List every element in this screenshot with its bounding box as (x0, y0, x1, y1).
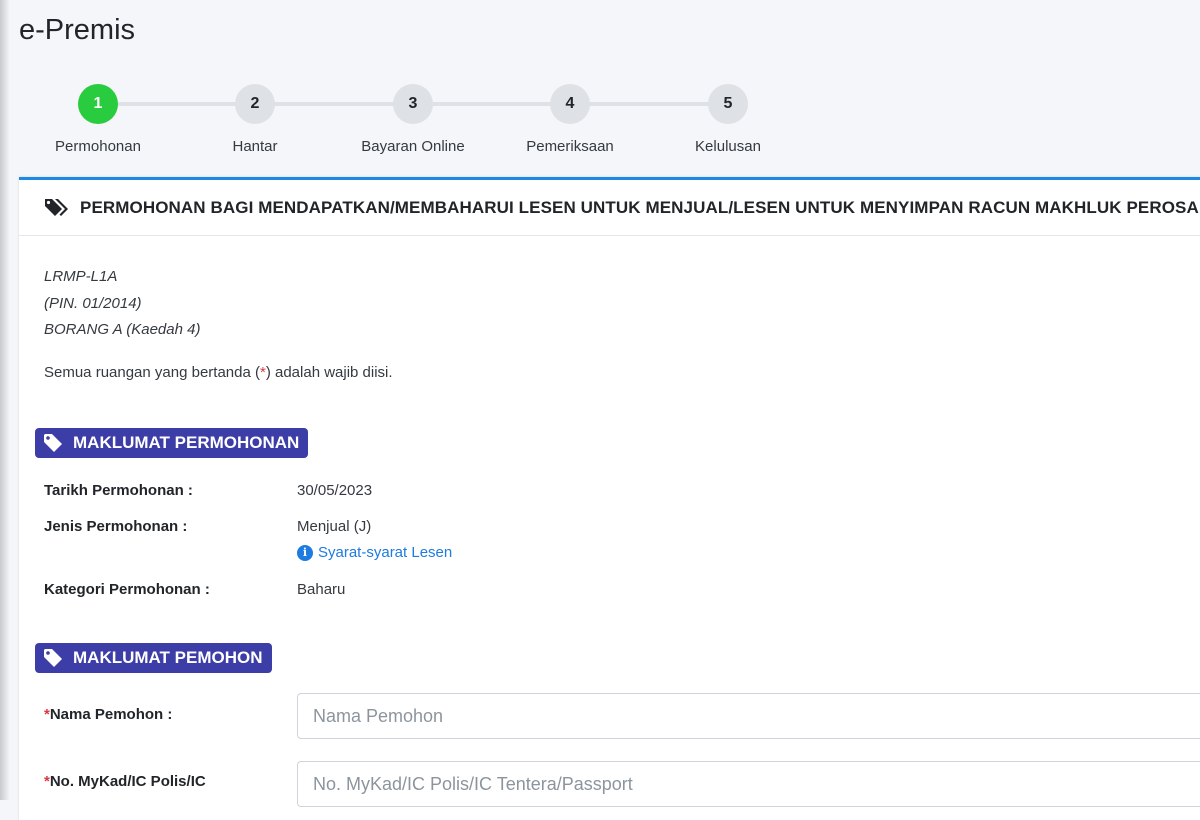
required-note: Semua ruangan yang bertanda (*) adalah w… (44, 364, 393, 381)
step-permohonan[interactable]: 1 Permohonan (38, 84, 158, 155)
category-label: Kategori Permohonan : (44, 581, 210, 598)
form-reference: LRMP-L1A (PIN. 01/2014) BORANG A (Kaedah… (44, 264, 200, 344)
section-title: MAKLUMAT PERMOHONAN (73, 433, 300, 452)
section-badge-permohonan: MAKLUMAT PERMOHONAN (35, 428, 309, 458)
date-label: Tarikh Permohonan : (44, 482, 193, 499)
step-label: Permohonan (55, 138, 141, 155)
category-value: Baharu (297, 581, 346, 598)
required-note-text: Semua ruangan yang bertanda ( (44, 364, 260, 381)
step-bayaran-online[interactable]: 3 Bayaran Online (353, 84, 473, 155)
id-label-text: No. MyKad/IC Polis/IC (49, 773, 206, 790)
required-note-text-end: ) adalah wajib diisi. (265, 364, 393, 381)
step-number: 4 (550, 84, 590, 124)
tag-icon (44, 434, 62, 452)
form-borang: BORANG A (Kaedah 4) (44, 321, 201, 338)
step-number: 3 (393, 84, 433, 124)
step-label: Pemeriksaan (526, 138, 614, 155)
type-value: Menjual (J) (297, 518, 372, 535)
date-value: 30/05/2023 (297, 482, 373, 499)
section-badge-pemohon: MAKLUMAT PEMOHON (35, 643, 272, 673)
form-pin: (PIN. 01/2014) (44, 294, 142, 312)
section-title: MAKLUMAT PEMOHON (73, 648, 263, 667)
step-kelulusan[interactable]: 5 Kelulusan (668, 84, 788, 155)
progress-stepper: 1 Permohonan 2 Hantar 3 Bayaran Online 4… (0, 84, 800, 164)
tag-icon (44, 649, 62, 667)
name-label-text: Nama Pemohon : (49, 706, 173, 723)
tags-icon (45, 198, 68, 216)
info-icon: i (297, 544, 313, 561)
type-label: Jenis Permohonan : (44, 518, 188, 535)
step-pemeriksaan[interactable]: 4 Pemeriksaan (510, 84, 630, 155)
step-number: 5 (708, 84, 748, 124)
id-label: *No. MyKad/IC Polis/IC (44, 773, 206, 790)
name-input[interactable] (297, 693, 1200, 739)
name-label: *Nama Pemohon : (44, 706, 172, 723)
app-title: e-Premis (19, 14, 136, 46)
terms-link[interactable]: i Syarat-syarat Lesen (297, 544, 452, 561)
application-card: PERMOHONAN BAGI MENDAPATKAN/MEMBAHARUI L… (19, 177, 1200, 820)
form-code: LRMP-L1A (44, 268, 118, 285)
card-header: PERMOHONAN BAGI MENDAPATKAN/MEMBAHARUI L… (19, 180, 1200, 236)
step-label: Hantar (232, 138, 278, 155)
step-number: 2 (235, 84, 275, 124)
step-label: Bayaran Online (361, 138, 465, 155)
step-hantar[interactable]: 2 Hantar (195, 84, 315, 155)
step-number: 1 (78, 84, 118, 124)
id-input[interactable] (297, 761, 1200, 807)
card-title: PERMOHONAN BAGI MENDAPATKAN/MEMBAHARUI L… (80, 197, 1200, 217)
step-label: Kelulusan (695, 138, 761, 155)
terms-link-text: Syarat-syarat Lesen (318, 544, 453, 561)
